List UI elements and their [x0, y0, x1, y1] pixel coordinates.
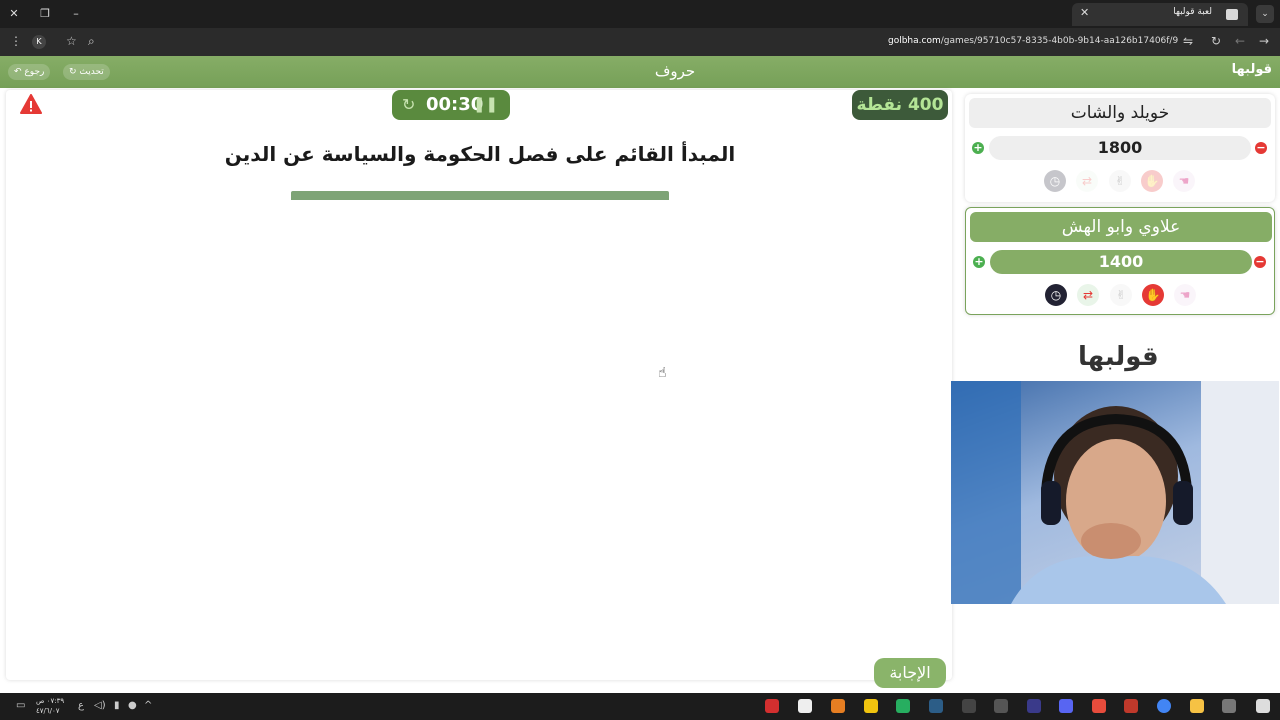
- hand-powerup-icon[interactable]: ☚: [1173, 170, 1195, 192]
- language-indicator[interactable]: ع: [78, 700, 84, 711]
- question-points-badge: 400 نقطة: [852, 90, 948, 120]
- refresh-button[interactable]: تحديث ↻: [63, 64, 110, 80]
- back-arrow-icon: ↶: [14, 67, 22, 77]
- microphone-icon[interactable]: ●: [128, 700, 137, 711]
- tab-favicon-icon: [1226, 9, 1238, 20]
- obs-app-icon[interactable]: [994, 699, 1008, 713]
- two-fingers-powerup-icon[interactable]: ✌: [1109, 170, 1131, 192]
- report-warning-icon[interactable]: [20, 94, 42, 114]
- xbox-app-icon[interactable]: [896, 699, 910, 713]
- brand-logo-small[interactable]: قولبها: [1232, 62, 1272, 77]
- team-name: علاوي وابو الهش: [970, 212, 1272, 242]
- address-bar: ⋮ K ☆ ⌕ golbha.com/games/95710c57-8335-4…: [0, 28, 1280, 56]
- timer-powerup-icon[interactable]: ◷: [1045, 284, 1067, 306]
- team-card-1: خويلد والشات + 1800 − ◷ ⇄ ✌ ✋ ☚: [965, 94, 1275, 202]
- vlc-app-icon[interactable]: [831, 699, 845, 713]
- stop-hand-powerup-icon[interactable]: ✋: [1141, 170, 1163, 192]
- question-timer: ↻ 00:30 ❚❚: [392, 90, 510, 120]
- tray-chevron-icon[interactable]: ^: [144, 700, 152, 711]
- game-panel: [6, 90, 952, 680]
- two-fingers-powerup-icon[interactable]: ✌: [1110, 284, 1132, 306]
- reload-icon[interactable]: ↻: [1211, 34, 1221, 48]
- page-title: حروف: [654, 62, 696, 80]
- hand-powerup-icon[interactable]: ☚: [1174, 284, 1196, 306]
- add-points-icon[interactable]: +: [973, 256, 985, 268]
- back-icon[interactable]: →: [1259, 34, 1269, 48]
- search-icon[interactable]: ⌕: [88, 34, 95, 49]
- subtract-points-icon[interactable]: −: [1255, 142, 1267, 154]
- timer-powerup-icon[interactable]: ◷: [1044, 170, 1066, 192]
- show-answer-button[interactable]: الإجابة: [874, 658, 946, 688]
- answer-letters-bar: [291, 191, 669, 200]
- capcut-app-icon[interactable]: [798, 699, 812, 713]
- brand-logo: قولبها: [1078, 342, 1159, 372]
- refresh-icon: ↻: [69, 67, 77, 77]
- windows-taskbar: ▭ ٠٧:٣٩ ص ٤٧/٦/٠٧ ع ◁) ▮ ● ^: [0, 693, 1280, 720]
- profile-avatar[interactable]: K: [32, 35, 46, 49]
- discord-app-icon[interactable]: [1059, 699, 1073, 713]
- notification-icon[interactable]: ▭: [16, 700, 25, 711]
- battery-icon[interactable]: ▮: [114, 700, 120, 711]
- timer-pause-icon[interactable]: ❚❚: [473, 95, 498, 113]
- volume-icon[interactable]: ◁): [94, 700, 106, 711]
- restore-window-icon[interactable]: ❐: [37, 6, 53, 22]
- swap-powerup-icon[interactable]: ⇄: [1077, 284, 1099, 306]
- streamer-webcam-image: [951, 381, 1279, 604]
- minimize-window-icon[interactable]: –: [68, 6, 84, 22]
- add-points-icon[interactable]: +: [972, 142, 984, 154]
- chrome-app-icon[interactable]: [1157, 699, 1171, 713]
- close-window-icon[interactable]: ✕: [6, 6, 22, 22]
- rockstar-app-icon[interactable]: [864, 699, 878, 713]
- xbox-gamebar-app-icon[interactable]: [962, 699, 976, 713]
- tab-close-icon[interactable]: ✕: [1080, 6, 1089, 19]
- subtract-points-icon[interactable]: −: [1254, 256, 1266, 268]
- question-text: المبدأ القائم على فصل الحكومة والسياسة ع…: [224, 142, 736, 166]
- bookmark-star-icon[interactable]: ☆: [66, 34, 77, 48]
- obs-studio-app-icon[interactable]: [1124, 699, 1138, 713]
- team-score: 1800: [989, 136, 1251, 160]
- media-player-app-icon[interactable]: [1027, 699, 1041, 713]
- team-score: 1400: [990, 250, 1252, 274]
- back-button[interactable]: رجوع ↶: [8, 64, 51, 80]
- browser-menu-icon[interactable]: ⋮: [10, 34, 22, 48]
- app-header: رجوع ↶ تحديث ↻ حروف قولبها: [0, 56, 1280, 88]
- browser-tab-bar: ✕ ❐ – + ✕ لعبة قولبها ⌄: [0, 0, 1280, 28]
- url-field[interactable]: golbha.com/games/95710c57-8335-4b0b-9b14…: [888, 36, 1178, 46]
- stop-hand-powerup-icon[interactable]: ✋: [1142, 284, 1164, 306]
- file-explorer-app-icon[interactable]: [1190, 699, 1204, 713]
- webcam-overlay: [951, 381, 1279, 604]
- tab-title: لعبة قولبها: [1173, 7, 1212, 17]
- mouse-cursor-icon: ☝: [658, 365, 667, 381]
- app-icon[interactable]: [1092, 699, 1106, 713]
- forward-icon[interactable]: ←: [1235, 34, 1245, 48]
- store-app-icon[interactable]: [1222, 699, 1236, 713]
- youtube-app-icon[interactable]: [765, 699, 779, 713]
- timer-reset-icon[interactable]: ↻: [402, 95, 415, 114]
- steam-app-icon[interactable]: [929, 699, 943, 713]
- site-settings-icon[interactable]: ⇋: [1183, 34, 1193, 48]
- team-card-2: علاوي وابو الهش + 1400 − ◷ ⇄ ✌ ✋ ☚: [965, 207, 1275, 315]
- team-name: خويلد والشات: [969, 98, 1271, 128]
- swap-powerup-icon[interactable]: ⇄: [1076, 170, 1098, 192]
- tab-list-chevron-icon[interactable]: ⌄: [1256, 5, 1274, 23]
- taskbar-clock[interactable]: ٠٧:٣٩ ص ٤٧/٦/٠٧: [36, 696, 64, 716]
- browser-tab[interactable]: ✕ لعبة قولبها: [1072, 3, 1248, 26]
- windows-start-icon[interactable]: [1256, 699, 1270, 713]
